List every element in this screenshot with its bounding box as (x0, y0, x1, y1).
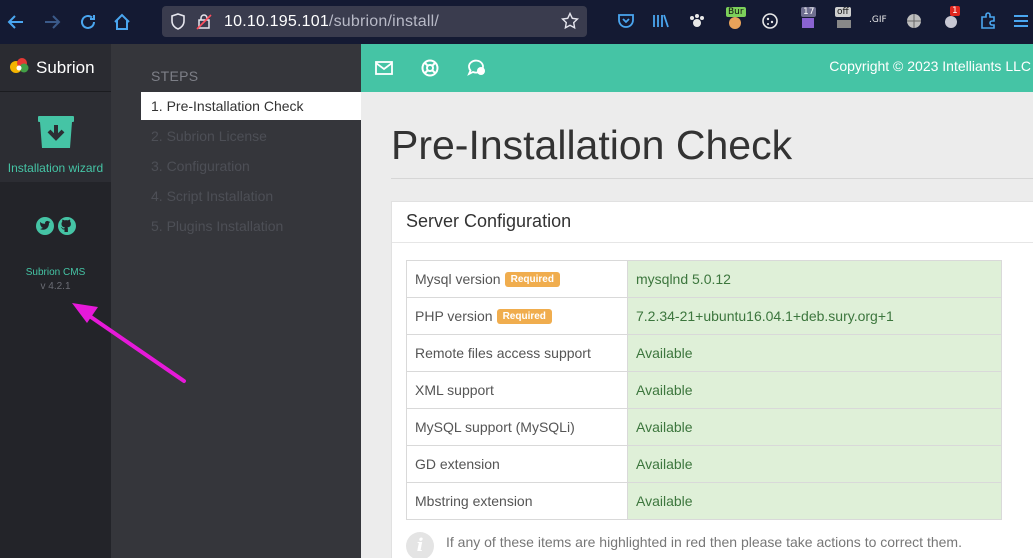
browser-toolbar: 10.10.195.101/subrion/install/ Bur 17 of… (0, 0, 1033, 44)
top-header: Copyright © 2023 Intelliants LLC (361, 44, 1033, 92)
step-plugins-installation: 5. Plugins Installation (151, 218, 284, 234)
steps-title: STEPS (151, 68, 199, 84)
url-host: 10.10.195.101 (224, 13, 329, 30)
notify-icon[interactable]: 1 (940, 6, 962, 32)
required-badge: Required (496, 309, 552, 325)
table-row: GD extension Available (406, 445, 1002, 483)
download-icon (36, 114, 76, 155)
address-bar[interactable]: 10.10.195.101/subrion/install/ (162, 6, 587, 37)
row-value: Available (627, 408, 1002, 446)
burp-icon[interactable]: Bur (724, 7, 746, 32)
steps-panel: STEPS 1. Pre-Installation Check 2. Subri… (111, 44, 361, 558)
info-note-text: If any of these items are highlighted in… (446, 534, 962, 558)
row-value: Available (627, 371, 1002, 409)
table-row: Remote files access support Available (406, 334, 1002, 372)
server-configuration-panel: Server Configuration Mysql version Requir… (391, 201, 1033, 558)
row-value: Available (627, 334, 1002, 372)
social-links (0, 216, 111, 241)
table-row: PHP version Required 7.2.34-21+ubuntu16.0… (406, 297, 1002, 335)
row-name: Mbstring extension (406, 482, 628, 520)
row-name-text: PHP version (415, 307, 493, 324)
puzzle-icon[interactable] (977, 10, 999, 32)
table-row: XML support Available (406, 371, 1002, 409)
row-name: XML support (406, 371, 628, 409)
requirements-table: Mysql version Required mysqlnd 5.0.12 PHP… (406, 260, 1002, 520)
lifebuoy-icon[interactable] (419, 57, 441, 79)
off-badge: off (835, 7, 851, 17)
globe-icon[interactable] (903, 10, 925, 32)
page-title: Pre-Installation Check (391, 122, 793, 168)
reload-icon[interactable] (74, 8, 102, 36)
envelope-icon[interactable] (373, 57, 395, 79)
cookie-icon[interactable] (759, 10, 781, 32)
installation-wizard-link[interactable]: Installation wizard (0, 92, 111, 182)
info-icon: i (406, 532, 434, 558)
row-value: 7.2.34-21+ubuntu16.04.1+deb.sury.org+1 (627, 297, 1002, 335)
github-icon[interactable] (57, 216, 77, 241)
home-icon[interactable] (108, 8, 136, 36)
subrion-logo-icon (9, 56, 31, 79)
brand[interactable]: Subrion (0, 44, 111, 92)
cms-name: Subrion CMS (25, 267, 86, 278)
copyright-text: Copyright © 2023 Intelliants LLC (829, 58, 1031, 74)
step-pre-installation-check[interactable]: 1. Pre-Installation Check (141, 92, 361, 120)
menu-icon[interactable] (1010, 10, 1032, 32)
twitter-icon[interactable] (35, 216, 55, 241)
url-text[interactable]: 10.10.195.101/subrion/install/ (224, 13, 439, 31)
row-name: MySQL support (MySQLi) (406, 408, 628, 446)
sidebar: Subrion Installation wizard Subrion CMS … (0, 44, 111, 558)
notify-badge: 1 (950, 6, 960, 16)
title-divider (391, 178, 1033, 179)
row-name-text: Mysql version (415, 270, 501, 287)
table-row: Mbstring extension Available (406, 482, 1002, 520)
cms-version: v 4.2.1 (40, 281, 71, 292)
row-value: mysqlnd 5.0.12 (627, 260, 1002, 298)
gif-icon[interactable]: .GIF (867, 10, 889, 32)
row-name: Mysql version Required (406, 260, 628, 298)
pocket-icon[interactable] (615, 10, 637, 32)
step-script-installation: 4. Script Installation (151, 188, 274, 204)
row-name: PHP version Required (406, 297, 628, 335)
library-icon[interactable] (650, 10, 672, 32)
gif-badge: .GIF (869, 15, 887, 25)
row-value: Available (627, 445, 1002, 483)
brand-name: Subrion (36, 57, 95, 77)
row-name: Remote files access support (406, 334, 628, 372)
panel-title: Server Configuration (392, 202, 1033, 243)
forward-icon[interactable] (38, 8, 66, 36)
step-subrion-license: 2. Subrion License (151, 128, 267, 144)
table-row: MySQL support (MySQLi) Available (406, 408, 1002, 446)
main-content: Pre-Installation Check Server Configurat… (361, 92, 1033, 558)
chat-icon[interactable] (466, 57, 488, 79)
step-configuration: 3. Configuration (151, 158, 250, 174)
row-name: GD extension (406, 445, 628, 483)
bookmark-star-icon[interactable] (560, 11, 580, 35)
installation-wizard-label: Installation wizard (7, 161, 104, 175)
row-value: Available (627, 482, 1002, 520)
counter-badge: 17 (801, 7, 817, 17)
table-row: Mysql version Required mysqlnd 5.0.12 (406, 260, 1002, 298)
back-icon[interactable] (2, 8, 30, 36)
burp-badge: Bur (726, 7, 746, 17)
off-icon[interactable]: off (833, 7, 855, 32)
counter-icon[interactable]: 17 (797, 7, 819, 32)
insecure-lock-icon[interactable] (196, 13, 212, 35)
url-path: /subrion/install/ (328, 13, 440, 30)
paw-icon[interactable] (686, 10, 708, 32)
required-badge: Required (504, 272, 560, 288)
shield-icon[interactable] (170, 13, 186, 35)
